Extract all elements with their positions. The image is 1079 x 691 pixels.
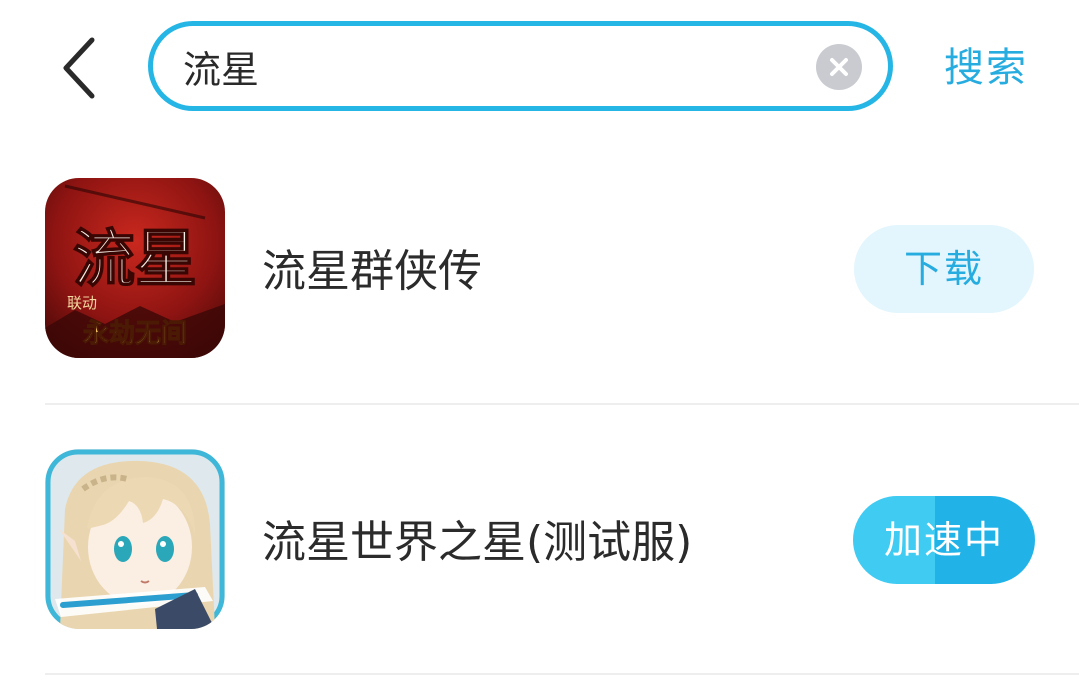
- list-item[interactable]: 流星 联动 永劫无间 流星群侠传 下载: [0, 172, 1079, 402]
- search-input[interactable]: [183, 40, 793, 92]
- meteor-wuxia-game-icon: 流星 联动 永劫无间: [45, 178, 225, 358]
- icon-tag-text: 联动: [67, 294, 97, 312]
- icon-subtitle-text: 永劫无间: [83, 319, 187, 349]
- app-name: 流星群侠传: [262, 246, 482, 297]
- clear-search-button[interactable]: [816, 44, 862, 90]
- accelerating-button[interactable]: 加速中: [853, 496, 1035, 584]
- app-name: 流星世界之星(测试服): [262, 517, 693, 568]
- download-button[interactable]: 下载: [854, 225, 1034, 313]
- search-button[interactable]: 搜索: [944, 40, 1028, 96]
- list-item[interactable]: 流星世界之星(测试服) 加速中: [0, 443, 1079, 673]
- app-icon: 流星 联动 永劫无间: [45, 178, 225, 358]
- app-icon: [45, 449, 225, 629]
- divider: [45, 403, 1079, 405]
- search-bar[interactable]: [148, 21, 893, 111]
- chevron-left-icon: [63, 37, 95, 99]
- icon-title-text: 流星: [73, 222, 197, 295]
- divider: [45, 673, 1079, 675]
- back-button[interactable]: [44, 28, 116, 108]
- anime-character-game-icon: [45, 449, 225, 629]
- close-icon: [830, 58, 848, 76]
